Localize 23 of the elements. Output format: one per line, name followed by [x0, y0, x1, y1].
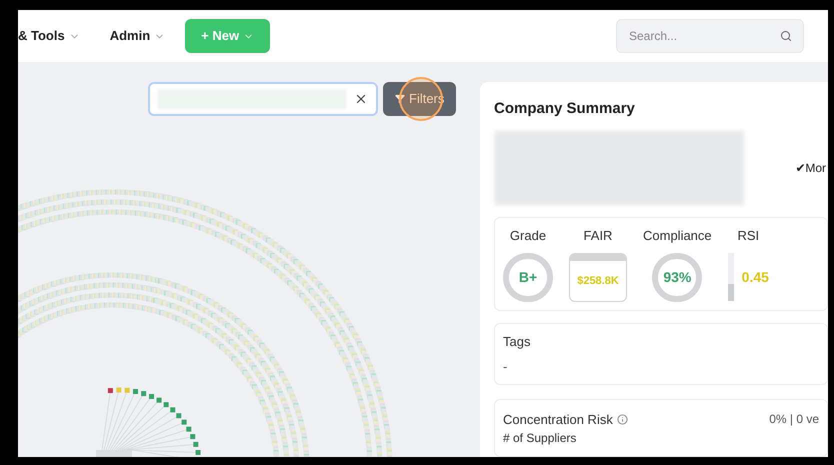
tags-title: Tags [503, 332, 532, 351]
metric-label: RSI [737, 226, 760, 244]
metric-label: Compliance [643, 226, 712, 245]
suppliers-label: # of Suppliers [503, 431, 578, 445]
concentration-value: 0% | 0 ve [769, 411, 819, 428]
metric-value: $258.8K [577, 274, 619, 288]
metric-value: 93% [663, 268, 692, 287]
panel-title: Company Summary [494, 99, 636, 119]
search-input[interactable] [148, 82, 378, 116]
monitor-label: ✔Mor [795, 160, 827, 176]
metric-value: B+ [518, 268, 538, 287]
metric-label: FAIR [584, 226, 612, 244]
info-icon[interactable] [616, 414, 628, 425]
clear-icon[interactable] [354, 92, 368, 106]
search-icon [780, 30, 792, 42]
filter-icon [395, 94, 405, 104]
concentration-title: Concentration Risk [503, 410, 613, 428]
metric-value: 0.45 [742, 268, 769, 287]
nav-menu-item[interactable]: Admin [110, 26, 166, 46]
nav-menu-item[interactable]: & Tools [18, 26, 80, 46]
tags-value: - [503, 358, 508, 376]
search-field[interactable]: Search... [616, 19, 804, 53]
metric-label: Grade [510, 226, 546, 244]
